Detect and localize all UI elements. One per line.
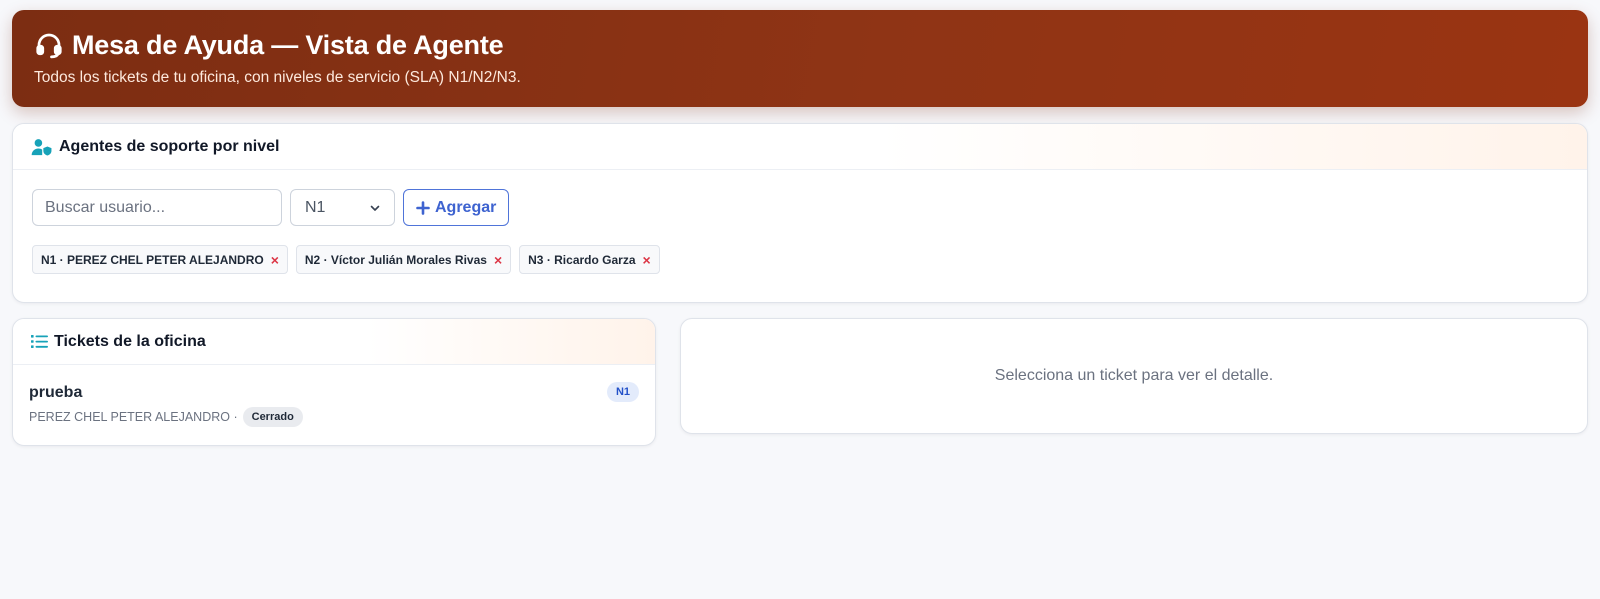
agent-chip-label: N1 · PEREZ CHEL PETER ALEJANDRO (41, 252, 264, 267)
page-title: Mesa de Ayuda — Vista de Agente (72, 30, 504, 60)
remove-agent-button[interactable]: × (271, 253, 279, 267)
agent-chip: N1 · PEREZ CHEL PETER ALEJANDRO × (32, 245, 288, 274)
agent-chip-list: N1 · PEREZ CHEL PETER ALEJANDRO × N2 · V… (32, 245, 1568, 274)
agent-chip: N2 · Víctor Julián Morales Rivas × (295, 245, 512, 274)
agent-chip-label: N2 · Víctor Julián Morales Rivas (304, 252, 487, 267)
add-agent-label: Agregar (435, 198, 497, 216)
ticket-detail-panel: Selecciona un ticket para ver el detalle… (680, 318, 1588, 434)
tickets-panel-title: Tickets de la oficina (54, 332, 206, 350)
ticket-meta: PEREZ CHEL PETER ALEJANDRO · Cerrado (29, 407, 639, 427)
ticket-title: prueba (29, 384, 83, 401)
tickets-panel-header: Tickets de la oficina (13, 319, 655, 365)
level-select[interactable]: N1 (290, 189, 395, 226)
agents-panel-body: N1 Agregar N1 · PEREZ CHEL PETER ALEJAND… (13, 170, 1587, 274)
page-title-row: Mesa de Ayuda — Vista de Agente (34, 28, 1566, 62)
user-shield-icon (31, 138, 52, 156)
tickets-panel: Tickets de la oficina prueba PEREZ CHEL … (12, 318, 656, 446)
agent-chip: N3 · Ricardo Garza × (519, 245, 660, 274)
level-select-value: N1 (305, 198, 326, 216)
user-search-input[interactable] (32, 189, 282, 226)
remove-agent-button[interactable]: × (494, 253, 502, 267)
remove-agent-button[interactable]: × (643, 253, 651, 267)
page-header: Mesa de Ayuda — Vista de Agente Todos lo… (12, 10, 1588, 107)
add-agent-form: N1 Agregar (32, 189, 1568, 226)
ticket-list-item[interactable]: prueba PEREZ CHEL PETER ALEJANDRO · Cerr… (13, 365, 655, 427)
ticket-owner: PEREZ CHEL PETER ALEJANDRO · (29, 410, 238, 424)
add-agent-button[interactable]: Agregar (403, 189, 510, 226)
chevron-down-icon (370, 205, 380, 211)
agents-panel: Agentes de soporte por nivel N1 Agregar … (12, 123, 1588, 303)
page-subtitle: Todos los tickets de tu oficina, con niv… (34, 69, 521, 86)
list-icon (31, 335, 48, 348)
headset-icon (36, 33, 62, 59)
detail-empty-message: Selecciona un ticket para ver el detalle… (994, 367, 1274, 384)
agents-panel-title: Agentes de soporte por nivel (59, 137, 280, 155)
agents-panel-header: Agentes de soporte por nivel (13, 124, 1587, 170)
plus-icon (416, 200, 430, 215)
level-badge: N1 (606, 382, 639, 402)
agent-chip-label: N3 · Ricardo Garza (528, 252, 636, 267)
status-badge: Cerrado (242, 407, 303, 427)
